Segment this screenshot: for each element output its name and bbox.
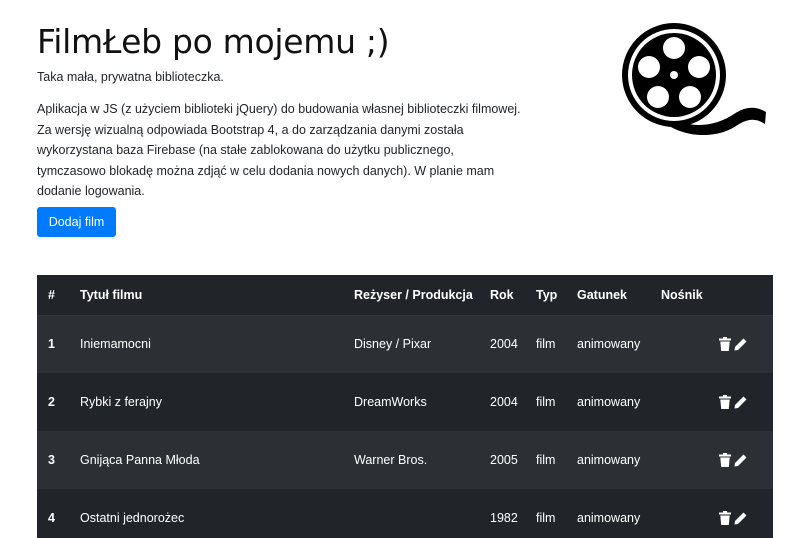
cell-type: film xyxy=(536,337,556,352)
cell-medium xyxy=(653,489,711,538)
cell-director xyxy=(346,489,482,538)
cell-director: Warner Bros. xyxy=(354,453,428,467)
page-title: FilmŁeb po mojemu ;) xyxy=(37,22,390,61)
cell-year: 2004 xyxy=(490,395,518,409)
header-num: # xyxy=(48,287,55,302)
cell-type: film xyxy=(536,511,556,525)
header-actions xyxy=(711,275,773,315)
header-title: Tytuł filmu xyxy=(80,287,143,302)
page-description: Aplikacja w JS (z użyciem biblioteki jQu… xyxy=(37,102,521,198)
header-director: Reżyser / Produkcja xyxy=(354,287,473,302)
add-film-button[interactable]: Dodaj film xyxy=(37,207,116,237)
trash-icon[interactable] xyxy=(719,511,731,525)
cell-director: Disney / Pixar xyxy=(354,337,432,352)
cell-title: Gnijąca Panna Młoda xyxy=(80,453,200,467)
table-row: 2 Rybki z ferajny DreamWorks 2004 film a… xyxy=(37,373,773,431)
header-year: Rok xyxy=(490,287,514,302)
pencil-icon[interactable] xyxy=(734,396,747,409)
header-type: Typ xyxy=(536,287,558,302)
cell-title: Rybki z ferajny xyxy=(80,395,162,409)
cell-num: 2 xyxy=(48,395,55,409)
pencil-icon[interactable] xyxy=(734,512,747,525)
trash-icon[interactable] xyxy=(719,337,731,352)
cell-title: Ostatni jednorożec xyxy=(80,511,185,525)
cell-year: 2005 xyxy=(490,453,518,467)
cell-genre: animowany xyxy=(577,395,641,409)
films-table: # Tytuł filmu Reżyser / Produkcja Rok Ty… xyxy=(37,275,773,538)
trash-icon[interactable] xyxy=(719,453,731,467)
cell-num: 1 xyxy=(48,337,55,352)
cell-type: film xyxy=(536,453,556,467)
trash-icon[interactable] xyxy=(719,395,731,409)
cell-actions xyxy=(711,431,773,489)
cell-actions xyxy=(711,315,773,373)
cell-medium xyxy=(653,431,711,489)
cell-type: film xyxy=(536,395,556,409)
cell-genre: animowany xyxy=(577,453,641,467)
cell-genre: animowany xyxy=(577,511,641,525)
cell-num: 3 xyxy=(48,453,55,467)
page-subtitle: Taka mała, prywatna biblioteczka. xyxy=(37,70,224,84)
films-table-container: # Tytuł filmu Reżyser / Produkcja Rok Ty… xyxy=(37,275,773,538)
cell-actions xyxy=(711,373,773,431)
pencil-icon[interactable] xyxy=(734,454,747,467)
cell-medium xyxy=(653,373,711,431)
table-row: 1 Iniemamocni Disney / Pixar 2004 film a… xyxy=(37,315,773,373)
cell-director: DreamWorks xyxy=(354,395,427,409)
table-row: 4 Ostatni jednorożec 1982 film animowany xyxy=(37,489,773,538)
table-row: 3 Gnijąca Panna Młoda Warner Bros. 2005 … xyxy=(37,431,773,489)
header-medium: Nośnik xyxy=(661,287,703,302)
cell-genre: animowany xyxy=(577,337,641,352)
film-reel-icon xyxy=(622,23,766,135)
cell-year: 1982 xyxy=(490,511,518,525)
table-header-row: # Tytuł filmu Reżyser / Produkcja Rok Ty… xyxy=(37,275,773,315)
cell-year: 2004 xyxy=(490,337,518,352)
header-genre: Gatunek xyxy=(577,287,628,302)
pencil-icon[interactable] xyxy=(734,338,747,351)
cell-medium xyxy=(653,315,711,373)
page: FilmŁeb po mojemu ;) Taka mała, prywatna… xyxy=(0,0,810,538)
cell-actions xyxy=(711,489,773,538)
cell-title: Iniemamocni xyxy=(80,337,151,352)
cell-num: 4 xyxy=(48,511,55,525)
